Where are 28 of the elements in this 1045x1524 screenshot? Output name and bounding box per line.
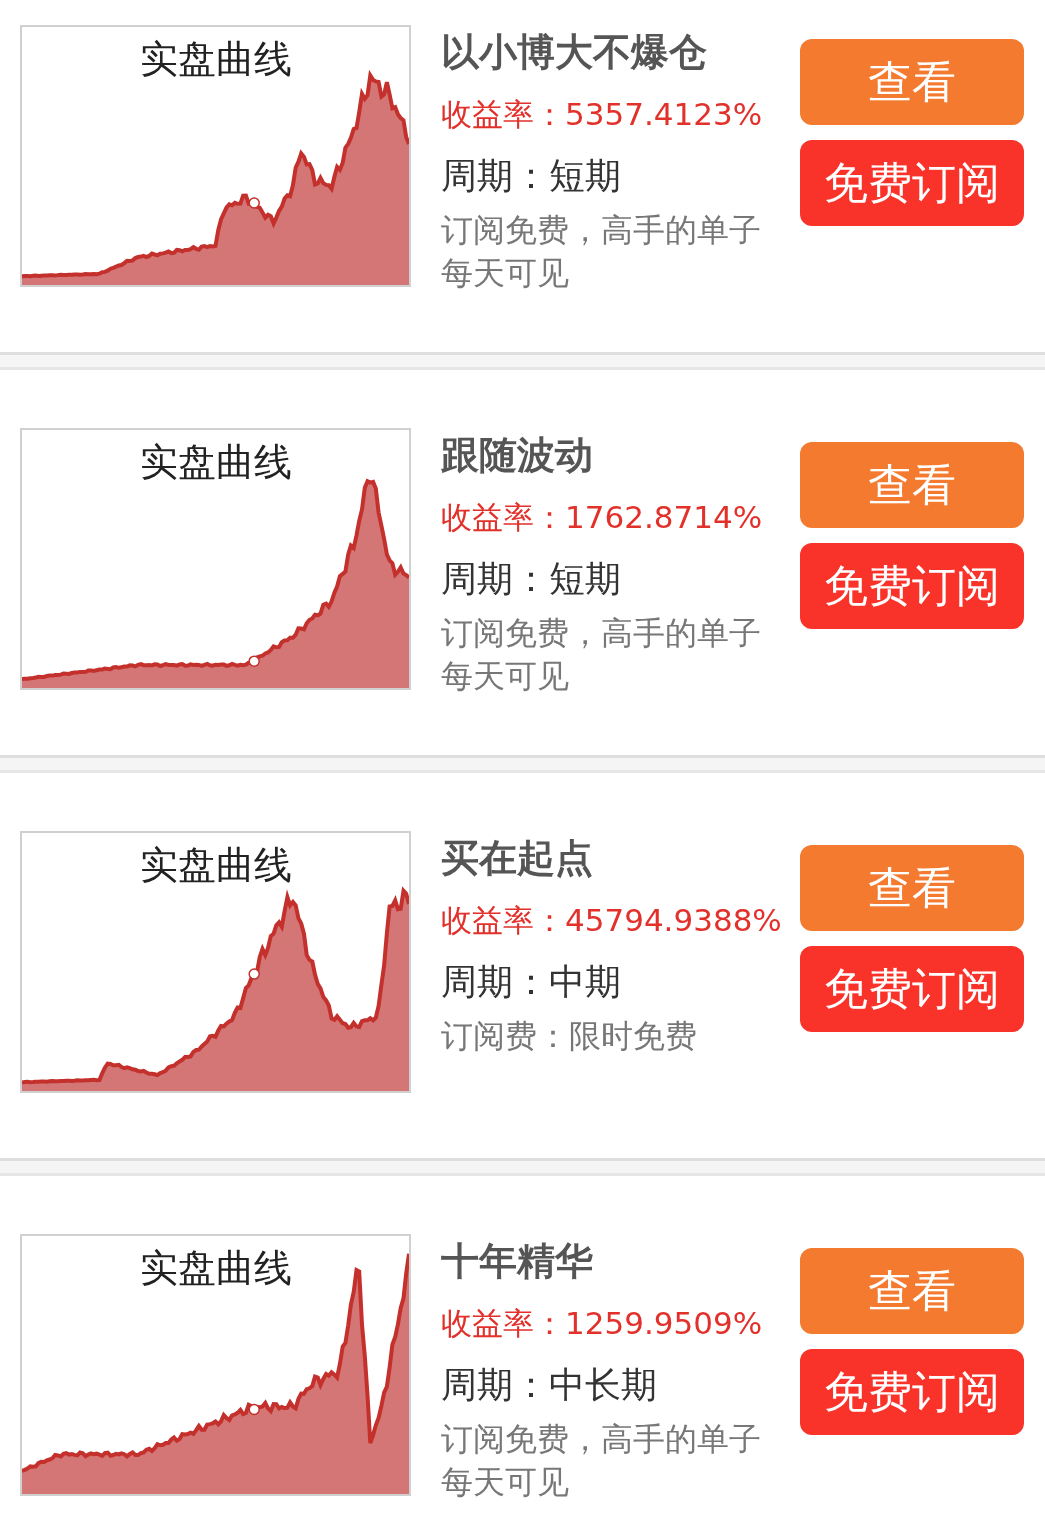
view-button[interactable]: 查看 [800,39,1024,125]
strategy-name: 十年精华 [441,1238,594,1285]
subscription-note: 订阅免费，高手的单子每天可见 [441,210,762,294]
subscription-note: 订阅免费，高手的单子每天可见 [441,1419,762,1503]
chart-title: 实盘曲线 [139,1248,292,1290]
subscription-note: 订阅免费，高手的单子每天可见 [441,613,762,697]
return-rate: 收益率：1762.8714% [441,498,764,537]
period-label: 周期：中期 [441,960,622,1004]
return-rate: 收益率：5357.4123% [441,95,764,134]
period-label: 周期：短期 [441,557,622,601]
return-rate: 收益率：1259.9509% [441,1304,764,1343]
strategy-name: 跟随波动 [441,432,594,479]
strategy-name: 买在起点 [441,835,594,882]
strategy-name: 以小博大不爆仓 [441,29,708,76]
chart-title: 实盘曲线 [139,442,292,484]
return-rate: 收益率：45794.9388% [441,901,783,940]
chart-title: 实盘曲线 [139,39,292,81]
subscribe-button[interactable]: 免费订阅 [800,543,1024,629]
view-button[interactable]: 查看 [800,845,1024,931]
subscription-note: 订阅费：限时免费 [441,1016,698,1057]
view-button[interactable]: 查看 [800,1248,1024,1334]
subscribe-button[interactable]: 免费订阅 [800,1349,1024,1435]
view-button[interactable]: 查看 [800,442,1024,528]
period-label: 周期：短期 [441,154,622,198]
subscribe-button[interactable]: 免费订阅 [800,140,1024,226]
subscribe-button[interactable]: 免费订阅 [800,946,1024,1032]
chart-title: 实盘曲线 [139,845,292,887]
period-label: 周期：中长期 [441,1363,658,1407]
